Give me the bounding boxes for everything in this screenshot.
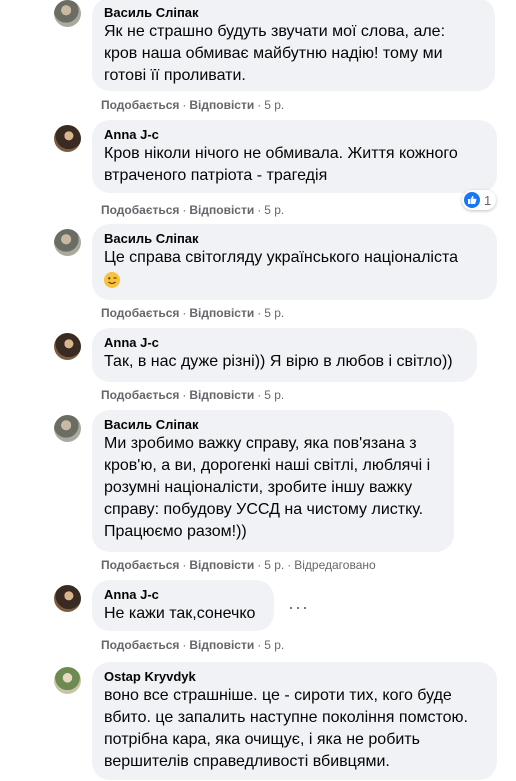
separator: · — [257, 306, 262, 320]
reply-button[interactable]: Відповісти — [189, 558, 254, 572]
separator: · — [182, 558, 187, 572]
comment-actions: Подобається · Відповісти · 5 р. · Відредагован… — [101, 557, 376, 573]
avatar[interactable] — [54, 585, 81, 612]
separator: · — [182, 98, 187, 112]
like-button[interactable]: Подобається — [101, 558, 179, 572]
like-button[interactable]: Подобається — [101, 388, 179, 402]
comment-author[interactable]: Василь Сліпак — [104, 231, 485, 247]
comment-actions: Подобається · Відповісти · 5 р. — [101, 202, 284, 218]
like-button[interactable]: Подобається — [101, 203, 179, 217]
timestamp[interactable]: 5 р. — [264, 203, 284, 217]
reply-button[interactable]: Відповісти — [189, 203, 254, 217]
avatar[interactable] — [54, 333, 81, 360]
comment-author[interactable]: Василь Сліпак — [104, 417, 442, 433]
reply-button[interactable]: Відповісти — [189, 98, 254, 112]
like-icon — [464, 192, 480, 208]
comment-text: Не кажи так,сонечко — [104, 605, 256, 622]
comment-text: воно все страшніше. це - сироти тих, ког… — [104, 687, 468, 770]
separator: · — [257, 388, 262, 402]
avatar[interactable] — [54, 415, 81, 442]
separator: · — [182, 638, 187, 652]
emoji-line — [104, 269, 485, 291]
reaction-count: 1 — [484, 192, 492, 208]
avatar[interactable] — [54, 0, 81, 27]
separator: · — [257, 558, 262, 572]
timestamp[interactable]: 5 р. — [264, 306, 284, 320]
comment-bubble: Ostap Kryvdyk воно все страшніше. це - с… — [92, 662, 497, 780]
timestamp[interactable]: 5 р. — [264, 638, 284, 652]
comment-author[interactable]: Ostap Kryvdyk — [104, 669, 485, 685]
comment-bubble: Василь Сліпак Це справа світогляду украї… — [92, 224, 497, 300]
separator: · — [257, 98, 262, 112]
comment-text: Як не страшно будуть звучати мої слова, … — [104, 23, 446, 84]
comment-text: Це справа світогляду українського націон… — [104, 249, 459, 266]
separator: · — [257, 638, 262, 652]
like-button[interactable]: Подобається — [101, 306, 179, 320]
comment-text: Ми зробимо важку справу, яка пов'язана з… — [104, 435, 431, 540]
separator: · — [257, 203, 262, 217]
comment-text: Кров ніколи нічого не обмивала. Життя ко… — [104, 145, 458, 184]
avatar[interactable] — [54, 667, 81, 694]
comment-bubble: Anna J-c Кров ніколи нічого не обмивала.… — [92, 120, 497, 193]
avatar[interactable] — [54, 125, 81, 152]
comment-text: Так, в нас дуже різні)) Я вірю в любов і… — [104, 353, 453, 370]
timestamp[interactable]: 5 р. — [264, 388, 284, 402]
separator: · — [182, 203, 187, 217]
like-button[interactable]: Подобається — [101, 98, 179, 112]
more-options-icon[interactable]: ··· — [288, 597, 309, 618]
separator: · — [182, 388, 187, 402]
comment-author[interactable]: Anna J-c — [104, 335, 465, 351]
timestamp[interactable]: 5 р. — [264, 98, 284, 112]
separator: · — [182, 306, 187, 320]
reply-button[interactable]: Відповісти — [189, 388, 254, 402]
comment-actions: Подобається · Відповісти · 5 р. — [101, 97, 284, 113]
wink-emoji-icon — [104, 271, 120, 288]
comment-actions: Подобається · Відповісти · 5 р. — [101, 637, 284, 653]
comment-bubble: Василь Сліпак Як не страшно будуть звуча… — [92, 0, 495, 91]
reply-button[interactable]: Відповісти — [189, 306, 254, 320]
comment-author[interactable]: Anna J-c — [104, 587, 262, 603]
comment-author[interactable]: Василь Сліпак — [104, 5, 483, 21]
like-button[interactable]: Подобається — [101, 638, 179, 652]
timestamp[interactable]: 5 р. — [264, 558, 284, 572]
comment-actions: Подобається · Відповісти · 5 р. — [101, 305, 284, 321]
comment-author[interactable]: Anna J-c — [104, 127, 485, 143]
reaction-badge[interactable]: 1 — [462, 190, 497, 210]
comment-bubble: Anna J-c Так, в нас дуже різні)) Я вірю … — [92, 328, 477, 382]
edited-label[interactable]: Відредаговано — [294, 558, 375, 572]
comment-bubble: Василь Сліпак Ми зробимо важку справу, я… — [92, 410, 454, 552]
comment-bubble: Anna J-c Не кажи так,сонечко — [92, 580, 274, 631]
separator: · — [287, 558, 292, 572]
avatar[interactable] — [54, 229, 81, 256]
reply-button[interactable]: Відповісти — [189, 638, 254, 652]
comment-actions: Подобається · Відповісти · 5 р. — [101, 387, 284, 403]
